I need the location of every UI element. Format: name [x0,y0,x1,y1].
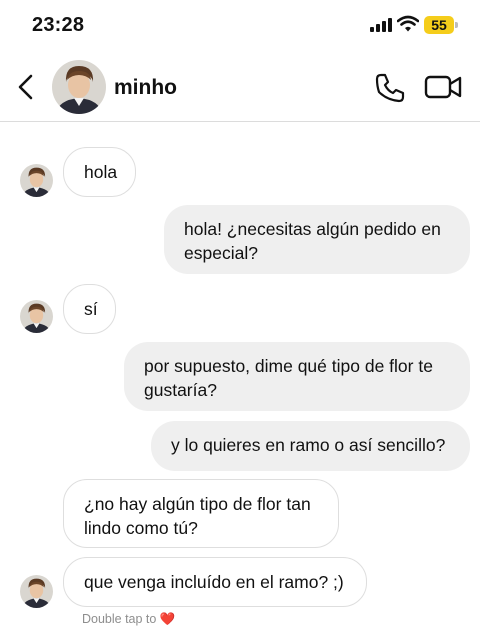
message-bubble[interactable]: hola! ¿necesitas algún pedido en especia… [164,205,470,274]
message-text: por supuesto, dime qué tipo de flor te g… [144,356,433,400]
status-bar: 23:28 55 [0,0,480,52]
contact-name[interactable]: minho [114,76,177,100]
double-tap-hint: Double tap to ❤️ [82,612,175,627]
message-bubble[interactable]: que venga incluído en el ramo? ;) [63,557,367,607]
message-bubble[interactable]: y lo quieres en ramo o así sencillo? [151,421,470,471]
chat-header: minho [0,52,480,122]
wifi-icon [397,15,419,32]
message-text: hola! ¿necesitas algún pedido en especia… [184,219,441,263]
double-tap-hint-text: Double tap to [82,612,157,626]
battery-icon: 55 [424,16,458,34]
battery-percent: 55 [431,17,447,33]
message-text: hola [84,162,118,182]
cellular-signal-icon [370,18,392,32]
message-bubble[interactable]: sí [63,284,116,334]
contact-avatar[interactable] [52,60,106,114]
message-text: y lo quieres en ramo o así sencillo? [171,435,446,455]
sender-avatar[interactable] [20,300,53,333]
video-camera-icon[interactable] [424,73,462,101]
battery-tip [455,22,458,28]
message-bubble[interactable]: hola [63,147,136,197]
chevron-left-icon[interactable] [14,72,38,102]
message-bubble[interactable]: ¿no hay algún tipo de flor tan lindo com… [63,479,339,548]
message-bubble[interactable]: por supuesto, dime qué tipo de flor te g… [124,342,470,411]
message-text: sí [84,299,98,319]
phone-icon[interactable] [374,72,406,104]
message-text: que venga incluído en el ramo? ;) [84,572,344,592]
message-text: ¿no hay algún tipo de flor tan lindo com… [84,494,311,538]
heart-icon: ❤️ [159,612,176,626]
sender-avatar[interactable] [20,164,53,197]
sender-avatar[interactable] [20,575,53,608]
status-time: 23:28 [32,14,85,36]
